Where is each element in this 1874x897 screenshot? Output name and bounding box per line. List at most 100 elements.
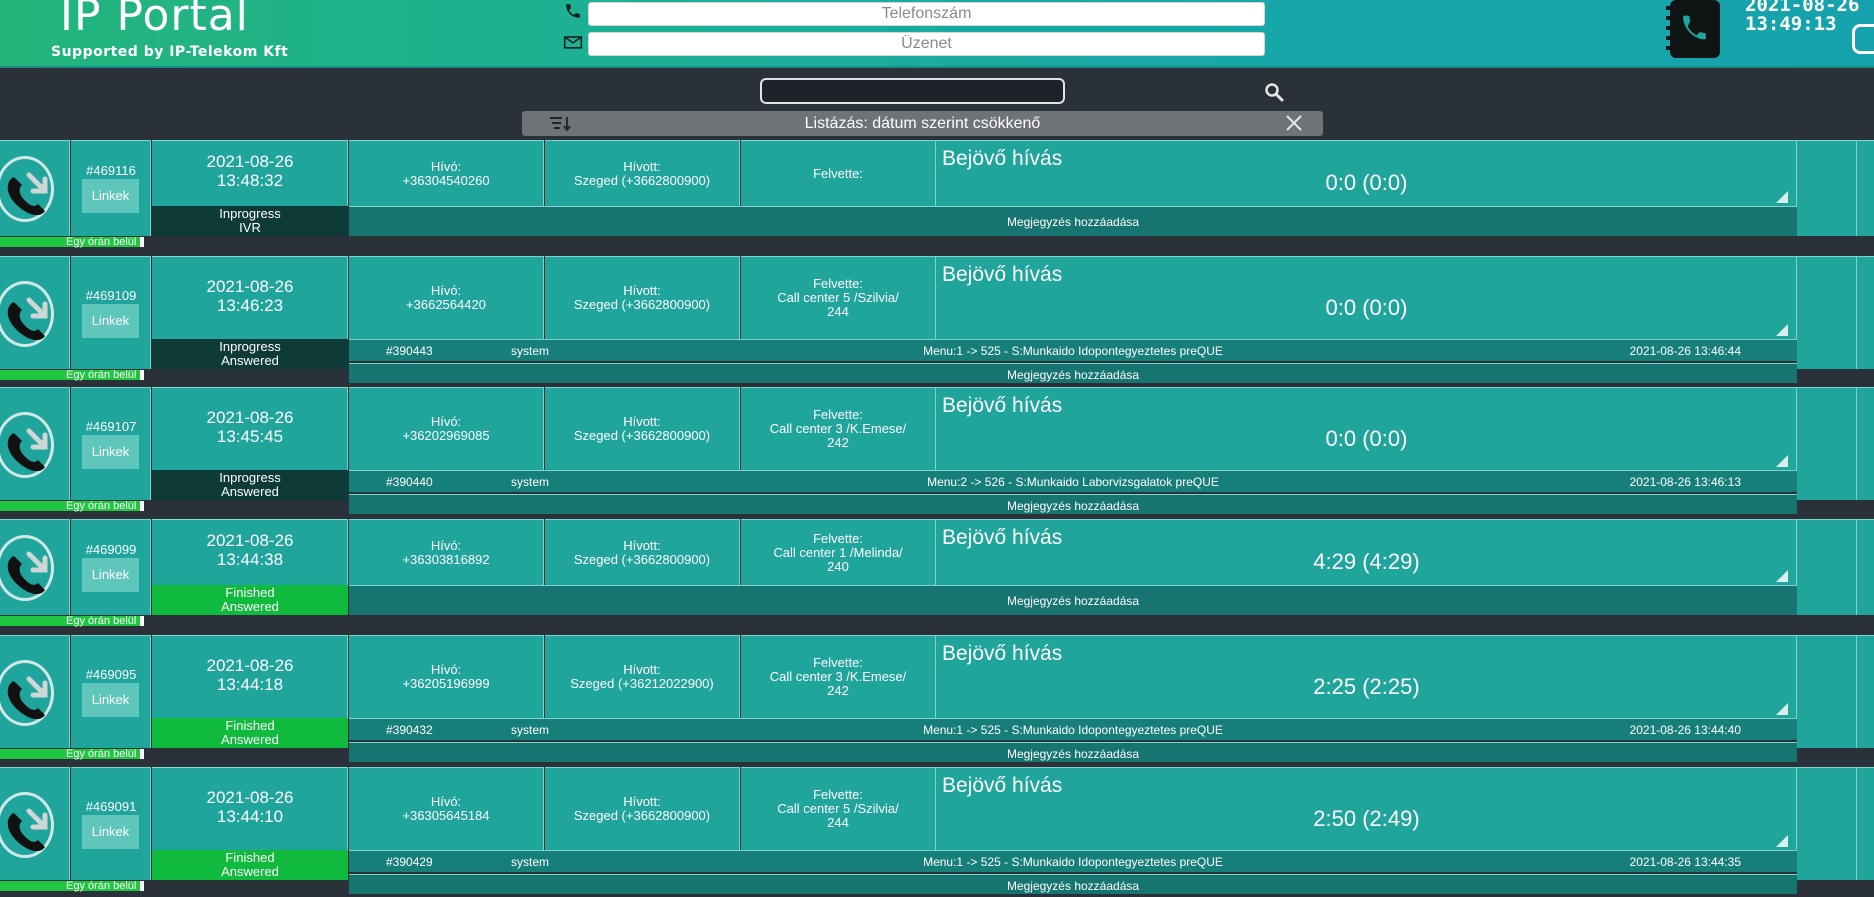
- call-id-cell: #469091 Linkek: [71, 767, 151, 880]
- row-extra-cell: [1857, 140, 1874, 236]
- call-duration: 0:0 (0:0): [1325, 295, 1408, 320]
- links-button[interactable]: Linkek: [82, 179, 139, 213]
- call-datetime: 2021-08-26 13:46:23: [152, 277, 348, 315]
- call-card: #469109 Linkek 2021-08-26 13:46:23 Hívó:…: [0, 256, 1874, 383]
- status-detail: IVR: [239, 220, 261, 235]
- callee-number: Szeged (+3662800900): [573, 297, 711, 312]
- add-note-button[interactable]: Megjegyzés hozzáadása: [349, 363, 1797, 383]
- links-button[interactable]: Linkek: [82, 304, 139, 338]
- caller-number: +36305645184: [402, 808, 490, 823]
- phone-icon: [562, 0, 584, 22]
- resize-handle[interactable]: [1776, 835, 1788, 847]
- call-datetime: 2021-08-26 13:45:45: [152, 408, 348, 446]
- row-extra-cell: [1797, 635, 1857, 748]
- log-timestamp: 2021-08-26 13:46:44: [1629, 344, 1741, 358]
- caller-label: Hívó:: [430, 794, 462, 809]
- call-type: Bejövő hívás: [942, 263, 1063, 286]
- settings-icon[interactable]: [1852, 24, 1874, 54]
- resize-handle[interactable]: [1776, 570, 1788, 582]
- row-extra-cell: [1797, 519, 1857, 615]
- sort-bar[interactable]: Listázás: dátum szerint csökkenő: [522, 111, 1323, 136]
- callee-label: Hívott:: [623, 537, 661, 553]
- status-state: Inprogress: [219, 206, 281, 221]
- call-datetime: 2021-08-26 13:48:32: [152, 152, 348, 190]
- call-icon-cell[interactable]: [0, 767, 70, 880]
- row-extra-cell: [1857, 256, 1874, 369]
- call-duration: 2:50 (2:49): [1313, 806, 1420, 831]
- resize-handle[interactable]: [1776, 455, 1788, 467]
- answered-by: Call center 5 /Szilvia/ 244: [777, 290, 899, 319]
- call-time: 13:48:32: [216, 171, 284, 190]
- row-extra-cell: [1857, 767, 1874, 880]
- call-icon-cell[interactable]: [0, 635, 70, 748]
- add-note-button[interactable]: Megjegyzés hozzáadása: [349, 874, 1797, 894]
- links-button[interactable]: Linkek: [82, 815, 139, 849]
- call-icon-cell[interactable]: [0, 140, 70, 236]
- row-extra-cell: [1797, 140, 1857, 236]
- answered-label: Felvette:: [813, 655, 863, 670]
- call-date: 2021-08-26: [206, 277, 294, 296]
- call-icon-cell[interactable]: [0, 256, 70, 369]
- search-input[interactable]: [760, 78, 1065, 104]
- caller-label: Hívó:: [430, 537, 462, 553]
- ivr-log-row: #390443 system Menu:1 -> 525 - S:Munkaid…: [349, 339, 1797, 361]
- call-date-cell: 2021-08-26 13:44:10: [152, 767, 348, 850]
- status-badge: Finished Answered: [152, 585, 348, 615]
- resize-handle[interactable]: [1776, 324, 1788, 336]
- phonebook-icon[interactable]: [1664, 0, 1722, 58]
- add-note-button[interactable]: Megjegyzés hozzáadása: [349, 206, 1797, 236]
- add-note-button[interactable]: Megjegyzés hozzáadása: [349, 494, 1797, 514]
- hour-tag: Egy órán belül: [0, 370, 144, 381]
- status-state: Finished: [225, 850, 275, 865]
- call-card: #469099 Linkek 2021-08-26 13:44:38 Hívó:…: [0, 519, 1874, 629]
- call-type-cell: Bejövő hívás 0:0 (0:0): [936, 387, 1797, 470]
- call-id-cell: #469099 Linkek: [71, 519, 151, 615]
- call-icon-cell[interactable]: [0, 519, 70, 615]
- answered-cell: Felvette:: [741, 140, 936, 206]
- message-input[interactable]: [588, 32, 1265, 56]
- call-type: Bejövő hívás: [942, 394, 1063, 417]
- call-time: 13:44:38: [216, 550, 284, 569]
- call-date-cell: 2021-08-26 13:44:18: [152, 635, 348, 718]
- call-type: Bejövő hívás: [942, 642, 1063, 665]
- caller-label: Hívó:: [430, 414, 462, 429]
- answered-cell: Felvette: Call center 3 /K.Emese/ 242: [741, 387, 936, 470]
- caller-cell: Hívó: +36205196999: [349, 635, 544, 718]
- top-header: IP Portal Supported by IP-Telekom Kft 20…: [0, 0, 1874, 68]
- add-note-button[interactable]: Megjegyzés hozzáadása: [349, 742, 1797, 762]
- answered-label: Felvette:: [813, 407, 863, 422]
- resize-handle[interactable]: [1776, 703, 1788, 715]
- call-type-cell: Bejövő hívás 2:50 (2:49): [936, 767, 1797, 850]
- caller-number: +36202969085: [402, 428, 490, 443]
- search-icon[interactable]: [1264, 82, 1284, 102]
- call-datetime: 2021-08-26 13:44:38: [152, 531, 348, 569]
- call-datetime: 2021-08-26 13:44:10: [152, 788, 348, 826]
- log-text: Menu:1 -> 525 - S:Munkaido Idopontegyezt…: [923, 723, 1223, 737]
- call-id: #469099: [85, 542, 137, 557]
- status-state: Inprogress: [219, 470, 281, 485]
- caller-number: +36304540260: [402, 172, 490, 188]
- sort-icon[interactable]: [550, 115, 572, 132]
- status-state: Finished: [225, 585, 275, 600]
- call-icon-cell[interactable]: [0, 387, 70, 500]
- callee-label: Hívott:: [623, 283, 661, 298]
- phone-number-input[interactable]: [588, 2, 1265, 26]
- ivr-log-row: #390429 system Menu:1 -> 525 - S:Munkaid…: [349, 850, 1797, 872]
- links-button[interactable]: Linkek: [82, 683, 139, 717]
- add-note-button[interactable]: Megjegyzés hozzáadása: [349, 585, 1797, 615]
- status-badge: Inprogress Answered: [152, 470, 348, 500]
- ivr-log-row: #390432 system Menu:1 -> 525 - S:Munkaid…: [349, 718, 1797, 740]
- status-detail: Answered: [221, 732, 279, 747]
- callee-label: Hívott:: [623, 662, 661, 677]
- resize-handle[interactable]: [1776, 191, 1788, 203]
- close-icon[interactable]: [1285, 114, 1303, 132]
- links-button[interactable]: Linkek: [82, 558, 139, 592]
- answered-label: Felvette:: [813, 530, 863, 546]
- log-timestamp: 2021-08-26 13:46:13: [1629, 475, 1741, 489]
- status-state: Inprogress: [219, 339, 281, 354]
- callee-label: Hívott:: [623, 158, 661, 174]
- call-duration: 0:0 (0:0): [1325, 170, 1408, 195]
- call-date-cell: 2021-08-26 13:46:23: [152, 256, 348, 339]
- row-extra-cell: [1857, 635, 1874, 748]
- links-button[interactable]: Linkek: [82, 435, 139, 469]
